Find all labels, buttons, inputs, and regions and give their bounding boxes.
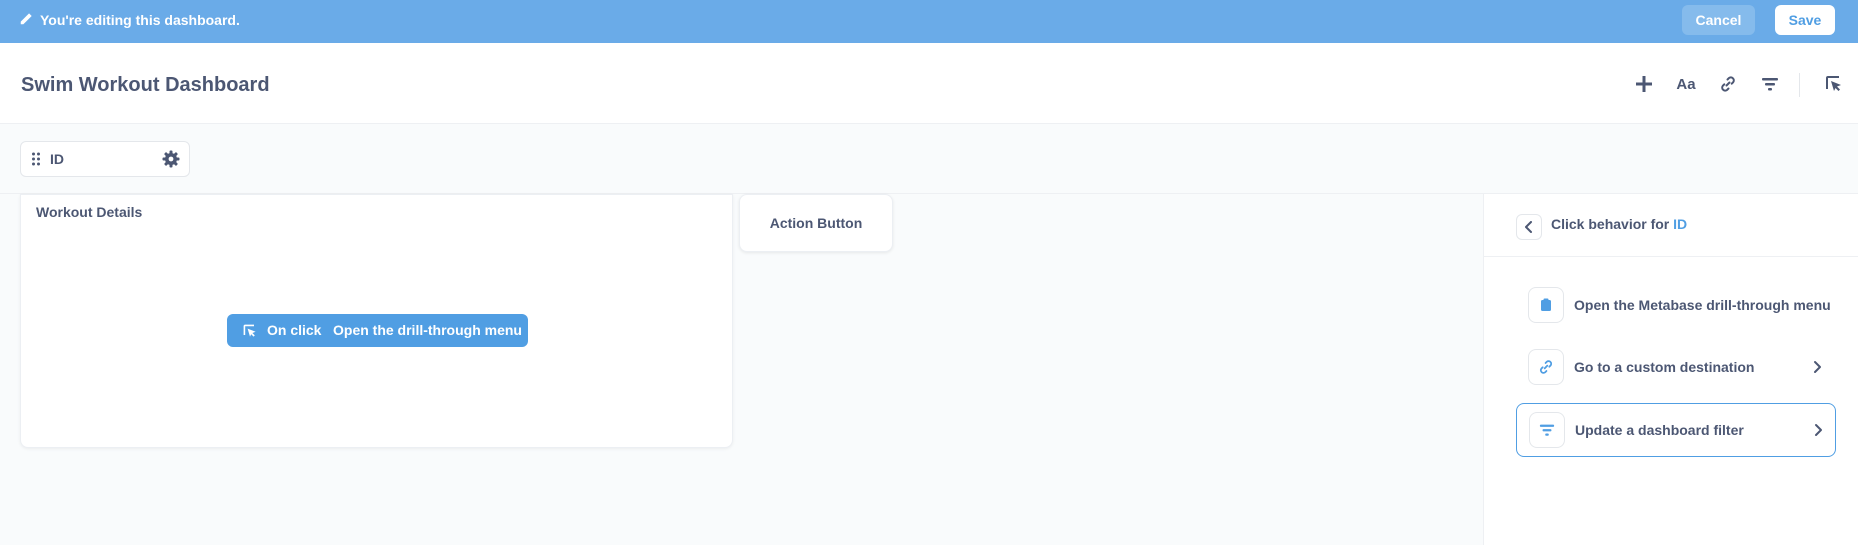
- sidebar-header: Click behavior for ID: [1484, 194, 1858, 257]
- option-update-dashboard-filter[interactable]: Update a dashboard filter: [1516, 403, 1836, 457]
- dashboard-header: Swim Workout Dashboard Aa: [0, 43, 1858, 124]
- click-behavior-button[interactable]: [1821, 71, 1847, 97]
- plus-icon: [1636, 76, 1652, 92]
- dashboard-title[interactable]: Swim Workout Dashboard: [21, 74, 270, 97]
- option-label: Open the Metabase drill-through menu: [1574, 297, 1831, 313]
- action-button-card[interactable]: Action Button: [739, 194, 893, 252]
- text-icon: Aa: [1676, 75, 1696, 93]
- click-behavior-sidebar: Click behavior for ID Open the Metabase …: [1483, 194, 1858, 545]
- add-text-button[interactable]: Aa: [1673, 71, 1699, 97]
- option-label: Go to a custom destination: [1574, 359, 1755, 375]
- link-icon: [1721, 76, 1735, 92]
- gear-icon[interactable]: [162, 150, 180, 168]
- add-filter-button[interactable]: [1757, 71, 1783, 97]
- filter-label: ID: [50, 151, 64, 167]
- chevron-left-icon: [1525, 221, 1532, 233]
- sidebar-title: Click behavior for ID: [1551, 216, 1687, 232]
- option-icon-box: [1529, 412, 1565, 448]
- parameters-bar: ID: [0, 124, 1858, 194]
- option-drill-through-menu[interactable]: Open the Metabase drill-through menu: [1516, 279, 1836, 333]
- click-action-label: Open the drill-through menu: [333, 322, 522, 338]
- sidebar-title-prefix: Click behavior for: [1551, 216, 1670, 232]
- id-filter-widget[interactable]: ID: [20, 141, 190, 177]
- option-icon-box: [1528, 287, 1564, 323]
- cancel-button[interactable]: Cancel: [1682, 5, 1755, 35]
- back-button[interactable]: [1516, 214, 1542, 240]
- toolbar-divider: [1799, 73, 1800, 97]
- click-behavior-icon: [243, 324, 256, 337]
- drag-handle-icon[interactable]: [31, 152, 41, 166]
- chevron-right-icon: [1814, 361, 1821, 373]
- save-button[interactable]: Save: [1775, 5, 1835, 35]
- add-card-button[interactable]: [1631, 71, 1657, 97]
- on-click-label: On click: [267, 322, 322, 338]
- sidebar-title-target: ID: [1673, 216, 1688, 232]
- chevron-right-icon: [1815, 424, 1822, 436]
- edit-mode-message: You're editing this dashboard.: [40, 12, 240, 28]
- workout-details-card[interactable]: Workout Details On click Open the drill-…: [20, 194, 733, 448]
- option-label: Update a dashboard filter: [1575, 422, 1744, 438]
- card-title: Workout Details: [36, 204, 143, 220]
- edit-mode-bar: You're editing this dashboard. Cancel Sa…: [0, 0, 1858, 43]
- option-custom-destination[interactable]: Go to a custom destination: [1516, 341, 1836, 395]
- click-behavior-pill[interactable]: On click Open the drill-through menu: [227, 314, 528, 347]
- click-behavior-icon: [1826, 76, 1841, 91]
- filter-icon: [1539, 424, 1555, 436]
- link-icon: [1539, 360, 1553, 374]
- option-icon-box: [1528, 349, 1564, 385]
- add-link-button[interactable]: [1715, 71, 1741, 97]
- clipboard-icon: [1541, 298, 1551, 311]
- pencil-icon: [20, 13, 32, 25]
- filter-icon: [1762, 78, 1778, 91]
- action-button-label: Action Button: [769, 215, 863, 231]
